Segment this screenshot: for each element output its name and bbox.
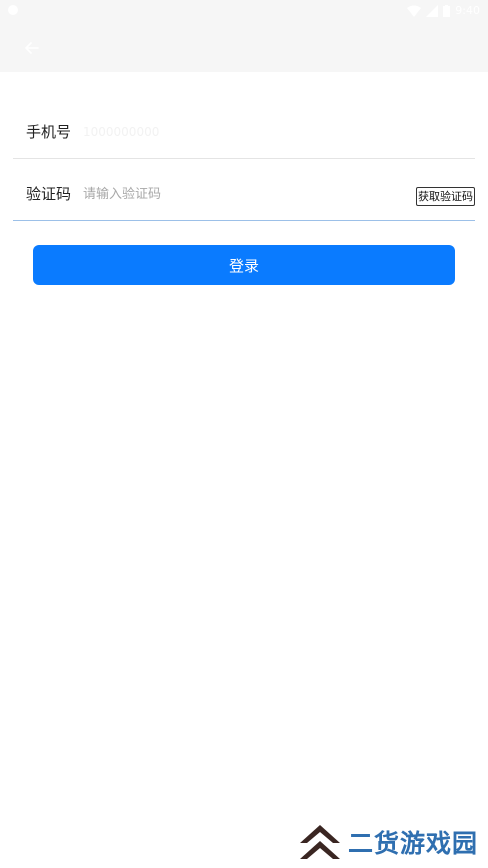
code-input[interactable] bbox=[83, 184, 403, 204]
code-row: 验证码 获取验证码 bbox=[13, 167, 475, 221]
code-label: 验证码 bbox=[26, 185, 72, 203]
battery-icon bbox=[443, 5, 451, 17]
double-chevron-logo-icon bbox=[300, 825, 340, 859]
phone-label: 手机号 bbox=[26, 123, 72, 141]
status-bar: 9:40 bbox=[0, 0, 488, 24]
wifi-icon bbox=[407, 5, 422, 17]
watermark-text: 二货游戏园 bbox=[348, 829, 479, 858]
watermark: 二货游戏园 bbox=[298, 822, 478, 862]
get-code-button[interactable]: 获取验证码 bbox=[416, 187, 475, 206]
notification-icon bbox=[8, 5, 18, 15]
app-bar bbox=[0, 24, 488, 72]
phone-row: 手机号 bbox=[13, 105, 475, 159]
status-time: 9:40 bbox=[455, 4, 480, 17]
signal-icon bbox=[426, 5, 439, 17]
back-button[interactable] bbox=[20, 36, 44, 60]
status-icons: 9:40 bbox=[407, 4, 480, 18]
phone-input[interactable] bbox=[83, 122, 403, 142]
arrow-left-icon bbox=[25, 42, 39, 54]
login-button[interactable]: 登录 bbox=[33, 245, 455, 285]
